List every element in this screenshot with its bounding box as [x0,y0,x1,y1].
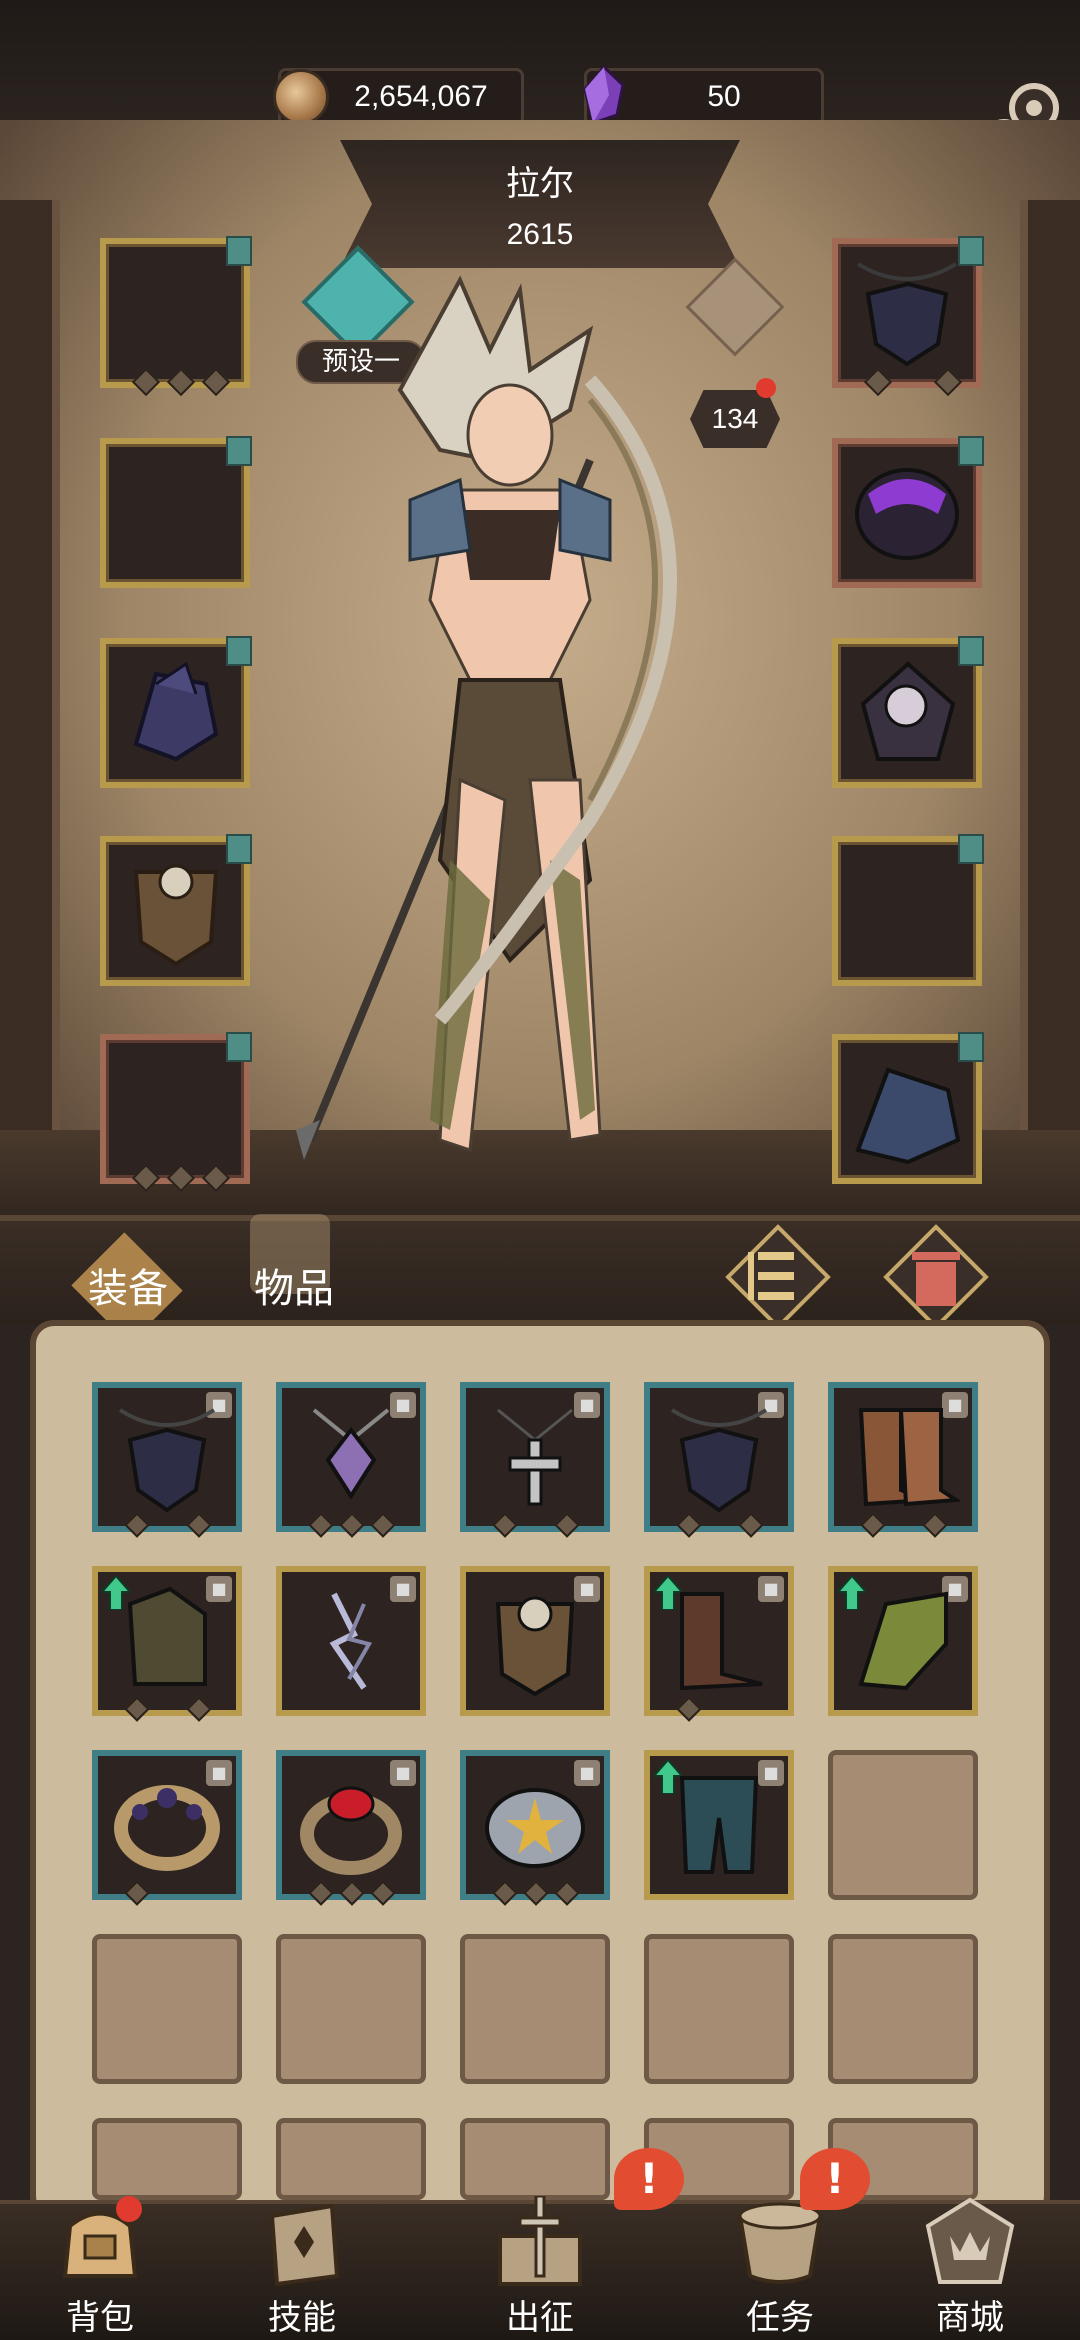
inventory-item-leaf-armor[interactable]: ■ [460,1566,610,1716]
inventory-item-cross-necklace[interactable]: ■ [460,1382,610,1538]
nav-quests[interactable]: 任务 [700,2196,860,2340]
nav-label: 背包 [66,2298,134,2338]
skill-book-icon [269,2203,340,2287]
tab-equipment[interactable]: 装备 [88,1256,168,1314]
leggings-icon [679,1776,759,1874]
nav-shop[interactable]: 商城 [890,2196,1050,2340]
nav-expedition[interactable]: 出征 [460,2196,620,2340]
cross-icon [497,1408,573,1506]
dark-helmet-icon [855,468,959,560]
purple-crystal-icon [583,65,625,125]
ring-icon [485,1788,585,1868]
inventory-empty-slot[interactable] [460,2118,610,2200]
tab-items[interactable]: 物品 [254,1256,334,1314]
equip-slot-left-3[interactable] [100,636,252,788]
equip-slot-right-2[interactable] [832,436,984,588]
equip-slot-right-4[interactable] [832,834,984,986]
gauntlet-icon [858,1591,948,1691]
inventory-empty-slot[interactable] [828,1934,978,2084]
inventory-item-dark-necklace-2[interactable]: ■ [644,1382,794,1538]
nav-label: 任务 [746,2298,814,2338]
equip-slot-right-3[interactable] [832,636,984,788]
ring-icon [300,1786,402,1875]
expedition-alert-badge: ! [614,2148,684,2210]
quests-alert-badge: ! [800,2148,870,2210]
inventory-item-star-ring[interactable]: ■ [460,1750,610,1906]
necklace-icon [856,262,958,367]
nav-label: 商城 [936,2298,1004,2338]
equip-slot-left-2[interactable] [100,436,252,588]
inventory-empty-slot[interactable] [460,1934,610,2084]
skull-gauntlet-icon [860,661,956,761]
top-hud [0,0,1080,140]
necklace-icon [118,1408,216,1513]
nav-backpack[interactable]: 背包 [20,2196,180,2340]
trash-icon[interactable] [876,1222,996,1332]
equip-slot-right-5[interactable] [832,1032,984,1184]
lightning-icon [329,1592,373,1690]
inventory-item-amethyst-ring[interactable]: ■ [92,1750,242,1906]
inventory-item-iron-boots[interactable]: ■ [644,1566,794,1722]
shop-crown-icon [925,2197,1015,2284]
inventory-item-vine-gauntlet[interactable]: ■ [828,1566,978,1716]
inventory-empty-slot[interactable] [92,1934,242,2084]
equip-slot-right-1[interactable] [832,236,984,397]
coin-icon [273,69,329,125]
inventory-empty-slot[interactable] [828,1750,978,1900]
gauntlet-icon [133,661,219,762]
equip-slot-left-4[interactable] [100,834,252,986]
nav-skills[interactable]: 技能 [222,2196,382,2340]
hero-power: 2615 [506,218,574,251]
sword-map-icon [498,2196,582,2286]
inventory-empty-slot[interactable] [276,1934,426,2084]
inventory-empty-slot[interactable] [92,2118,242,2200]
notification-dot [116,2196,142,2222]
inventory-empty-slot[interactable] [644,1934,794,2084]
inventory-item-lightning-charm[interactable]: ■ [276,1566,426,1716]
inventory-item-leaf-gauntlet[interactable]: ■ [92,1566,242,1722]
leaf-armor-icon [495,1596,575,1697]
boots-icon [858,1408,960,1507]
nav-label: 出征 [506,2298,574,2338]
inventory-empty-slot[interactable] [276,2118,426,2200]
boots-icon [680,1592,763,1691]
equip-slot-left-1[interactable] [100,236,252,397]
leaf-armor-icon [133,864,219,967]
equip-slot-left-5[interactable] [100,1032,252,1193]
spiked-boots-icon [855,1067,961,1165]
inventory-item-teal-leggings[interactable]: ■ [644,1750,794,1900]
necklace-icon [670,1408,768,1513]
pendant-icon [312,1408,390,1500]
hero-name: 拉尔 [506,164,574,204]
inventory-item-dark-necklace[interactable]: ■ [92,1382,242,1538]
gold-counter[interactable]: 2,654,067 [273,68,524,126]
inventory-item-crystal-pendant[interactable]: ■ [276,1382,426,1538]
inventory-item-leather-boots[interactable]: ■ [828,1382,978,1538]
hero-figure [296,275,677,1160]
nav-label: 技能 [268,2298,336,2338]
gem-counter[interactable]: 50 [583,65,824,126]
ring-icon [114,1785,220,1871]
sort-icon[interactable] [718,1222,838,1332]
gauntlet-icon [127,1586,207,1686]
inventory-item-ruby-ring[interactable]: ■ [276,1750,426,1906]
